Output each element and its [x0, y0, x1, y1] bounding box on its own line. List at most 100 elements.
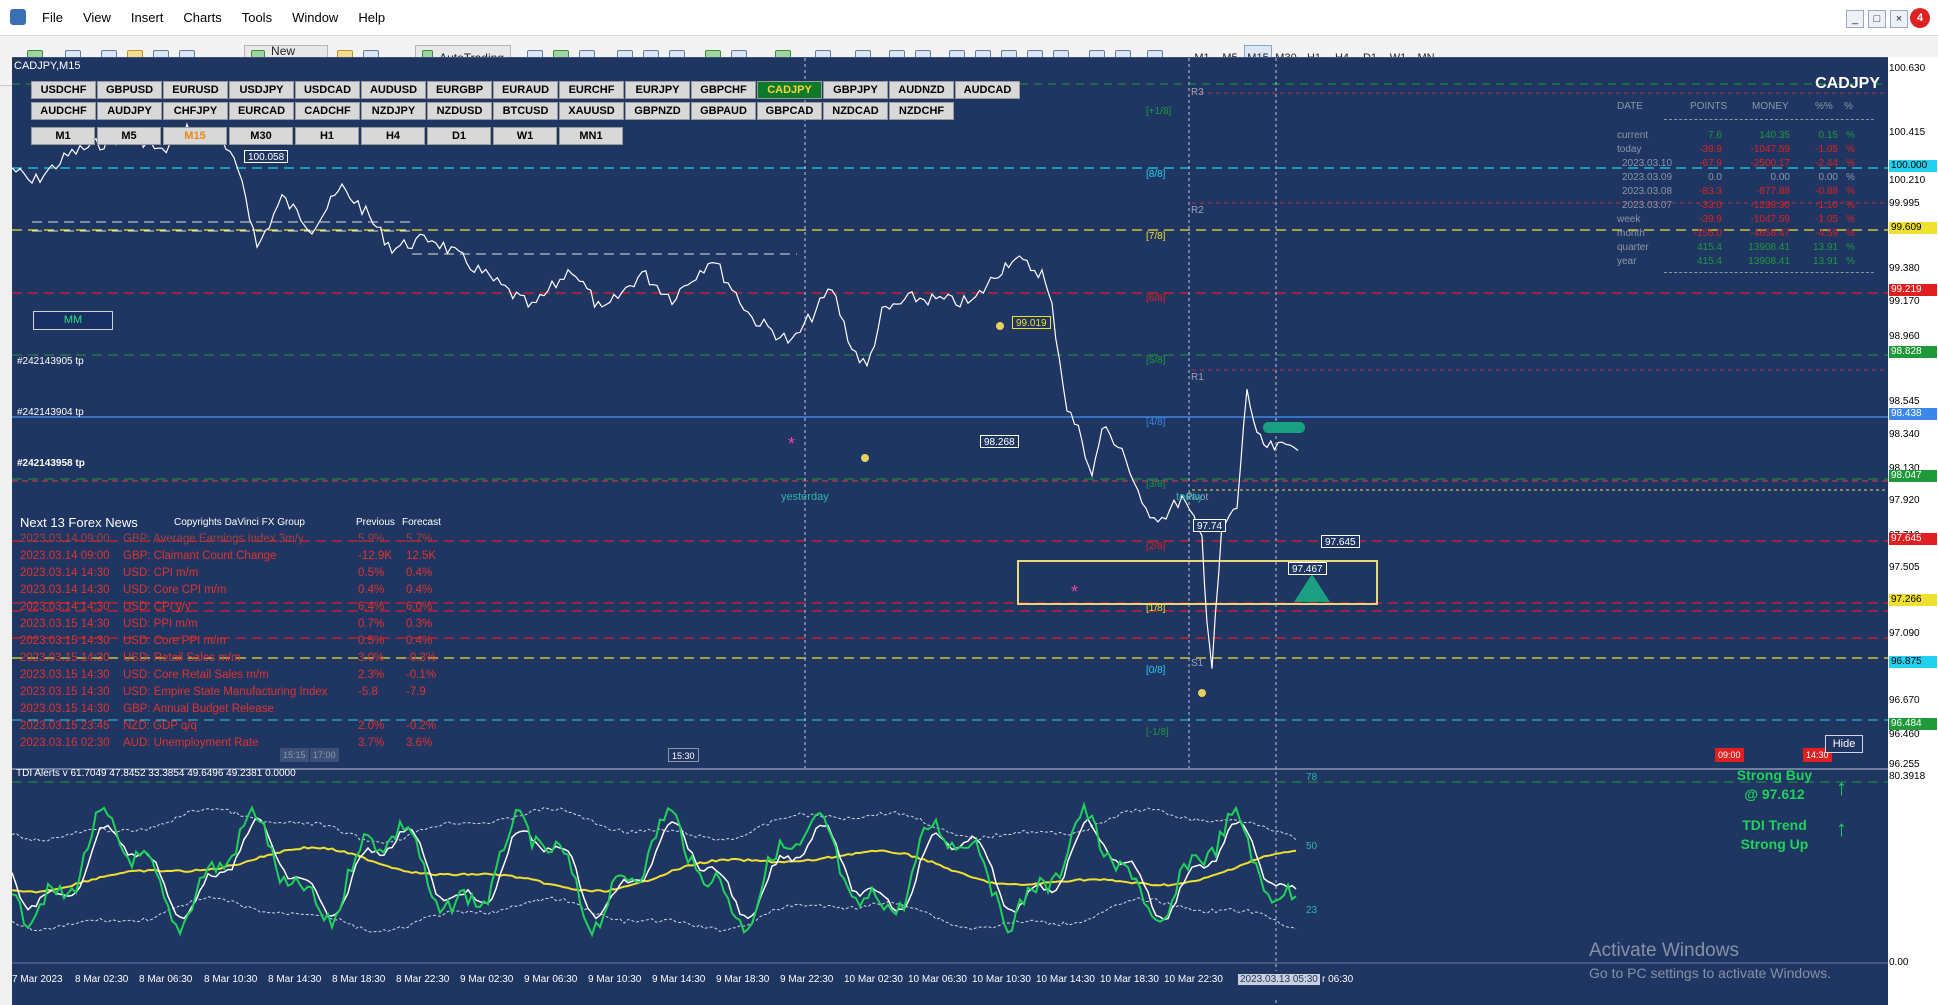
star-marker: *: [1071, 582, 1078, 602]
pair-button-euraud[interactable]: EURAUD: [493, 81, 558, 99]
pair-button-nzdchf[interactable]: NZDCHF: [889, 102, 954, 120]
menu-file[interactable]: File: [34, 10, 71, 25]
time-axis-label: 9 Mar 06:30: [524, 974, 578, 985]
restore-button[interactable]: □: [1868, 10, 1886, 28]
menu-window[interactable]: Window: [284, 10, 346, 25]
tf-button-m1[interactable]: M1: [31, 127, 95, 145]
pair-button-eurcad[interactable]: EURCAD: [229, 102, 294, 120]
pair-button-usdjpy[interactable]: USDJPY: [229, 81, 294, 99]
tf-button-mn1[interactable]: MN1: [559, 127, 623, 145]
stats-row: 2023.03.10 -67.9 -2500.17 -2.44%: [1612, 158, 1880, 171]
menu-view[interactable]: View: [75, 10, 119, 25]
tf-button-m30[interactable]: M30: [229, 127, 293, 145]
time-axis-label: 9 Mar 10:30: [588, 974, 642, 985]
stats-unit: %: [1846, 158, 1855, 169]
price-axis-label: 98.960: [1889, 331, 1920, 342]
pair-button-gbpaud[interactable]: GBPAUD: [691, 102, 756, 120]
news-fcst: 3.6%: [406, 737, 433, 749]
news-fcst: 0.4%: [406, 567, 433, 579]
tf-button-h4[interactable]: H4: [361, 127, 425, 145]
pair-button-audchf[interactable]: AUDCHF: [31, 102, 96, 120]
tf-button-m15[interactable]: M15: [163, 127, 227, 145]
hide-button[interactable]: Hide: [1825, 735, 1863, 753]
stats-unit: %: [1846, 144, 1855, 155]
time-axis-label: 2023.03.13 05:30: [1238, 974, 1320, 985]
news-time: 2023.03.14 14:30: [20, 584, 110, 596]
swing-marker: [996, 322, 1004, 330]
stats-money: 13908.41: [1748, 256, 1790, 267]
stats-label: quarter: [1617, 242, 1649, 253]
pivot-label: R2: [1191, 205, 1204, 216]
news-prev: 5.9%: [358, 533, 385, 545]
time-axis-label: 10 Mar 10:30: [972, 974, 1031, 985]
pair-button-gbpchf[interactable]: GBPCHF: [691, 81, 756, 99]
tf-button-w1[interactable]: W1: [493, 127, 557, 145]
pair-button-cadchf[interactable]: CADCHF: [295, 102, 360, 120]
pair-button-nzdjpy[interactable]: NZDJPY: [361, 102, 426, 120]
price-tag: 96.484: [1889, 718, 1937, 730]
stats-col-points: POINTS: [1690, 101, 1728, 112]
news-event: GBP: Annual Budget Release: [123, 703, 274, 715]
pair-button-eurchf[interactable]: EURCHF: [559, 81, 624, 99]
activate-windows-subtext: Go to PC settings to activate Windows.: [1589, 965, 1831, 981]
minimize-button[interactable]: _: [1846, 10, 1864, 28]
stats-money: -877.88: [1756, 186, 1790, 197]
pair-button-gbpnzd[interactable]: GBPNZD: [625, 102, 690, 120]
price-label: 100.058: [244, 150, 289, 163]
pair-button-gbpjpy[interactable]: GBPJPY: [823, 81, 888, 99]
pair-button-gbpcad[interactable]: GBPCAD: [757, 102, 822, 120]
pair-button-chfjpy[interactable]: CHFJPY: [163, 102, 228, 120]
menu-insert[interactable]: Insert: [123, 10, 172, 25]
time-axis-label: 8 Mar 10:30: [204, 974, 258, 985]
star-marker: *: [788, 434, 795, 454]
menu-help[interactable]: Help: [350, 10, 393, 25]
fib-label: [1/8]: [1146, 603, 1166, 614]
price-axis-label: 0.00: [1889, 957, 1909, 968]
pair-button-gbpusd[interactable]: GBPUSD: [97, 81, 162, 99]
pair-button-btcusd[interactable]: BTCUSD: [493, 102, 558, 120]
notification-badge[interactable]: 4: [1910, 8, 1930, 28]
news-prev: -5.8: [358, 686, 378, 698]
news-time: 2023.03.15 23:45: [20, 720, 110, 732]
news-fcst: 12.5K: [406, 550, 437, 562]
pair-button-audusd[interactable]: AUDUSD: [361, 81, 426, 99]
stats-row: 2023.03.08 -83.3 -877.88 -0.88%: [1612, 186, 1880, 199]
menu-charts[interactable]: Charts: [175, 10, 229, 25]
tf-button-d1[interactable]: D1: [427, 127, 491, 145]
mm-button[interactable]: MM: [33, 311, 113, 330]
tf-button-m5[interactable]: M5: [97, 127, 161, 145]
menu-bar: File View Insert Charts Tools Window Hel…: [0, 0, 1938, 36]
news-time: 2023.03.16 02:30: [20, 737, 110, 749]
stats-pct: -0.88: [1815, 186, 1838, 197]
pair-button-cadjpy[interactable]: CADJPY: [757, 81, 822, 99]
pair-button-eurusd[interactable]: EURUSD: [163, 81, 228, 99]
stats-label: week: [1617, 214, 1641, 225]
pair-button-nzdusd[interactable]: NZDUSD: [427, 102, 492, 120]
pair-button-xauusd[interactable]: XAUUSD: [559, 102, 624, 120]
stats-separator: [1664, 272, 1874, 273]
pair-button-usdcad[interactable]: USDCAD: [295, 81, 360, 99]
activate-windows-watermark: Activate Windows: [1589, 940, 1739, 961]
pair-button-nzdcad[interactable]: NZDCAD: [823, 102, 888, 120]
close-button[interactable]: ×: [1890, 10, 1908, 28]
price-label: 97.467: [1288, 562, 1327, 575]
time-axis-label: 10 Mar 02:30: [844, 974, 903, 985]
price-axis-label: 96.670: [1889, 695, 1920, 706]
pair-button-eurjpy[interactable]: EURJPY: [625, 81, 690, 99]
news-prev: 0.5%: [358, 635, 385, 647]
pair-button-eurgbp[interactable]: EURGBP: [427, 81, 492, 99]
news-event: USD: Core PPI m/m: [123, 635, 226, 647]
pair-button-audnzd[interactable]: AUDNZD: [889, 81, 954, 99]
news-time: 2023.03.15 14:30: [20, 635, 110, 647]
stats-pct: 0.00: [1818, 172, 1838, 183]
pair-button-audcad[interactable]: AUDCAD: [955, 81, 1020, 99]
stats-label: 2023.03.09: [1622, 172, 1673, 183]
pair-button-usdchf[interactable]: USDCHF: [31, 81, 96, 99]
pair-button-audjpy[interactable]: AUDJPY: [97, 102, 162, 120]
news-event: USD: PPI m/m: [123, 618, 198, 630]
stats-label: 2023.03.08: [1622, 186, 1673, 197]
stats-points: -67.9: [1699, 158, 1722, 169]
tf-button-h1[interactable]: H1: [295, 127, 359, 145]
menu-tools[interactable]: Tools: [234, 10, 280, 25]
news-header: Next 13 Forex News Copyrights DaVinci FX…: [20, 515, 450, 533]
